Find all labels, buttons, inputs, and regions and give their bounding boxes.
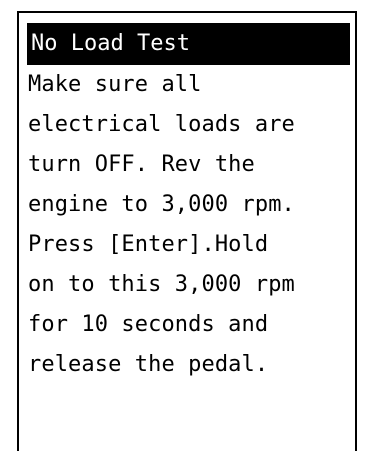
instruction-line: on to this 3,000 rpm bbox=[28, 272, 295, 297]
screen-title: No Load Test bbox=[27, 23, 350, 65]
display-screen: No Load Test Make sure all electrical lo… bbox=[17, 11, 357, 451]
instruction-line: for 10 seconds and bbox=[28, 312, 269, 337]
instruction-line: release the pedal. bbox=[28, 352, 269, 377]
instruction-line: turn OFF. Rev the bbox=[28, 152, 255, 177]
instruction-line: Press [Enter].Hold bbox=[28, 232, 269, 257]
instruction-text: Make sure all electrical loads are turn … bbox=[28, 65, 356, 385]
instruction-line: engine to 3,000 rpm. bbox=[28, 192, 295, 217]
instruction-line: electrical loads are bbox=[28, 112, 295, 137]
instruction-line: Make sure all bbox=[28, 72, 202, 97]
